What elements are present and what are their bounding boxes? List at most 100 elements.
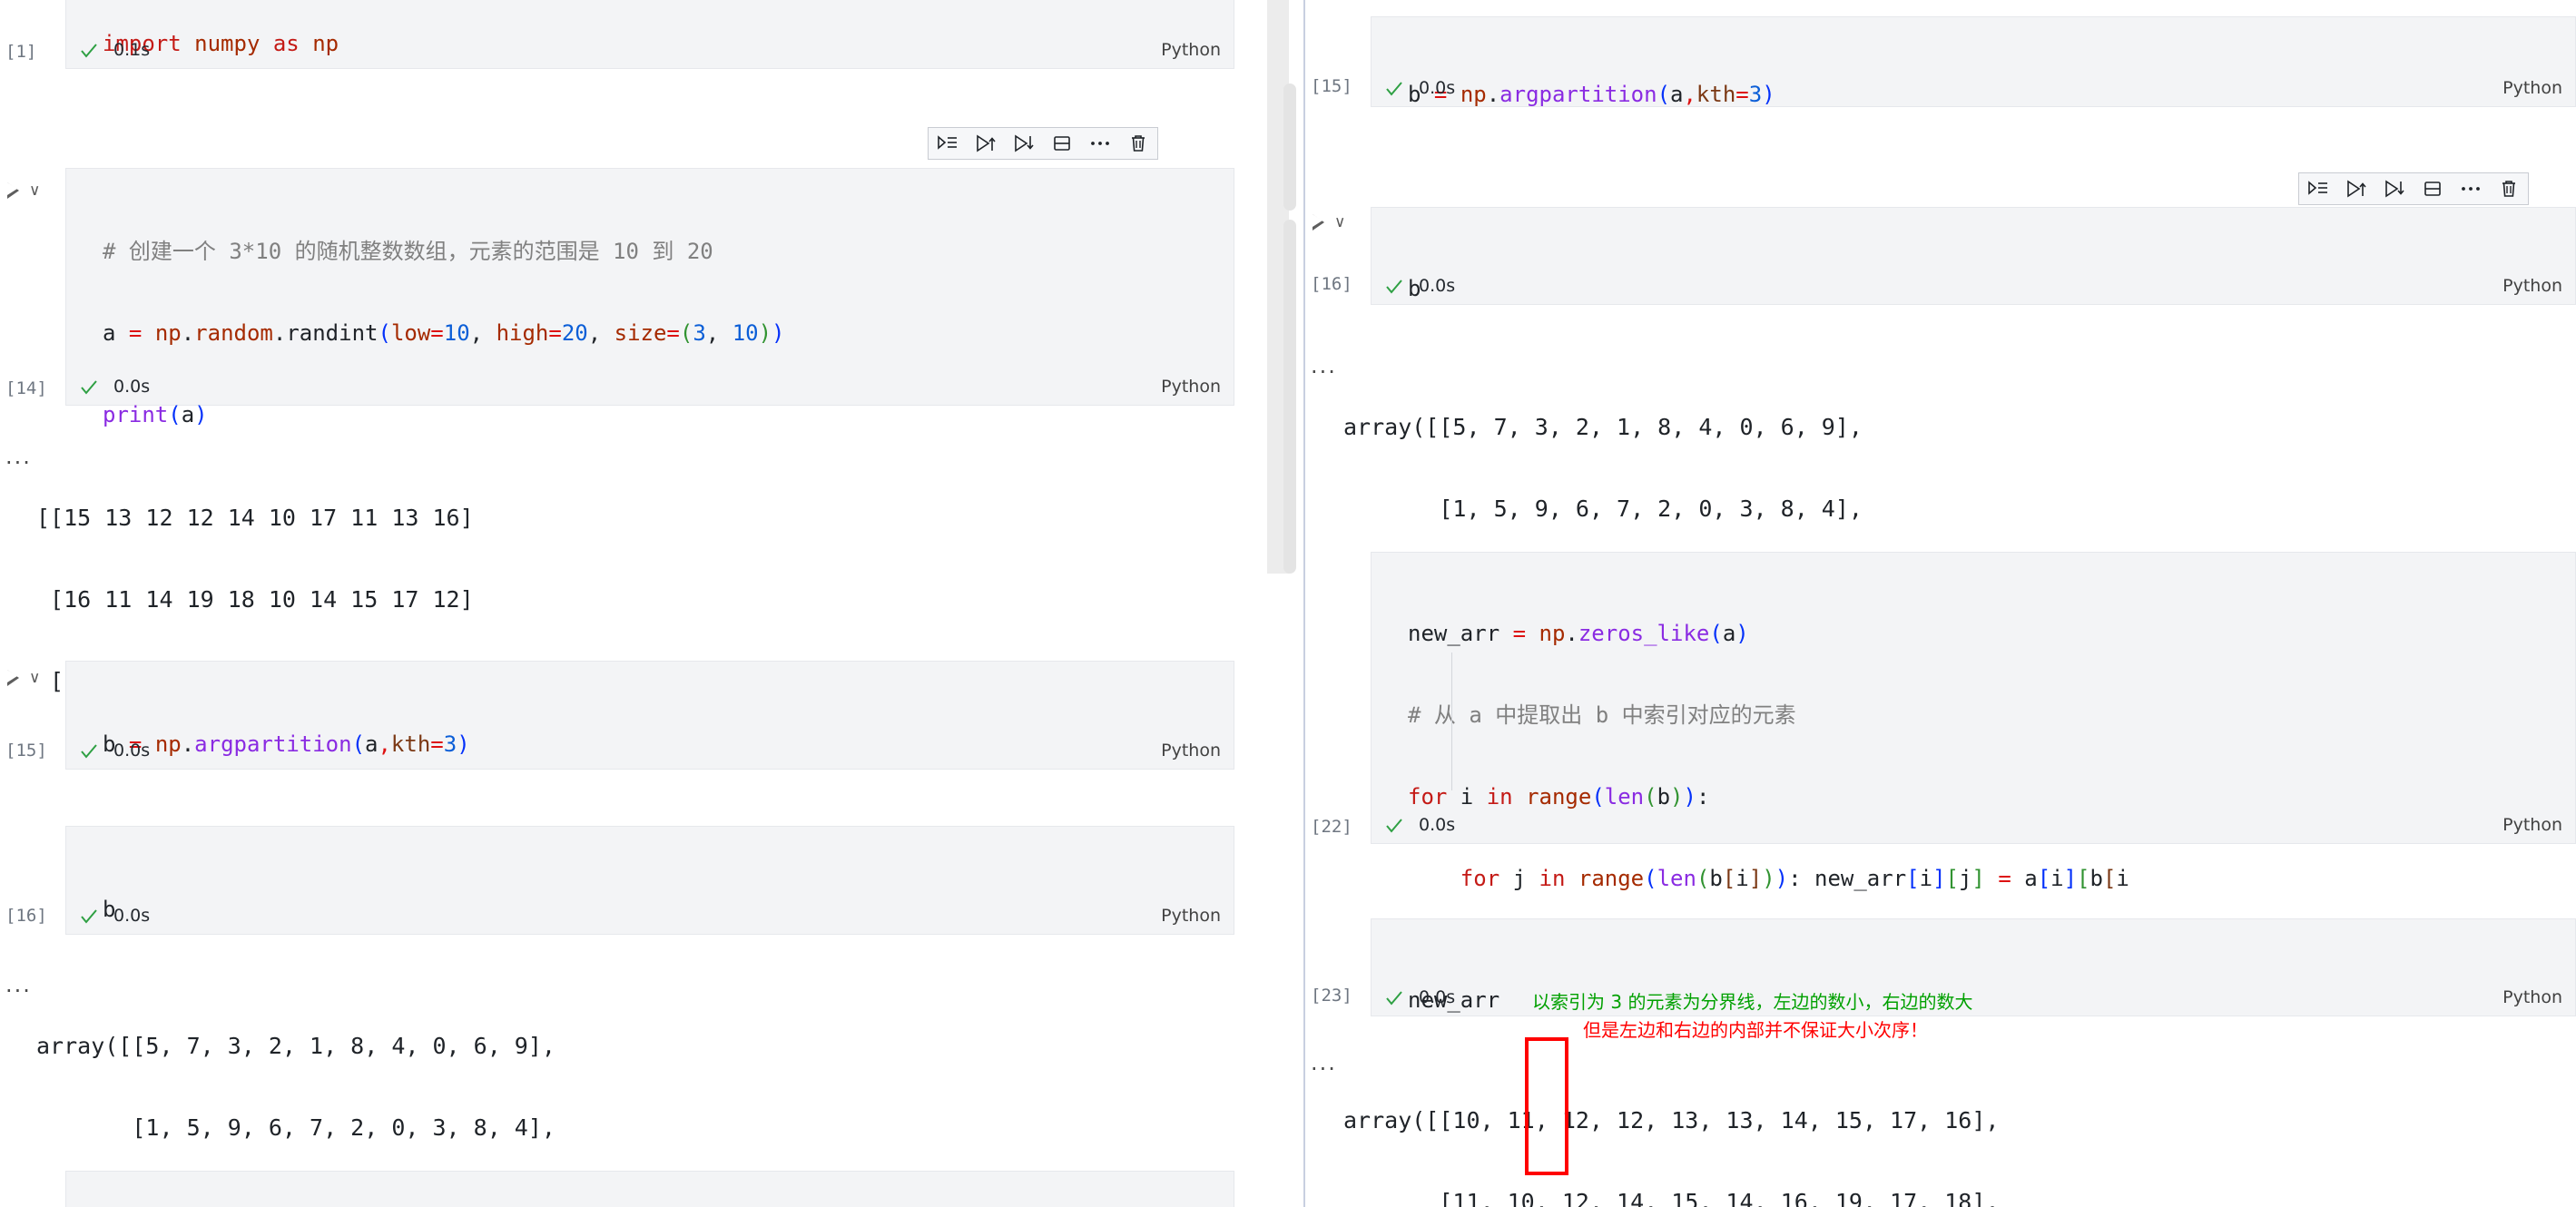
output-collapse-dots[interactable]: ···: [5, 978, 32, 1004]
chevron-down-icon[interactable]: ∨: [29, 182, 40, 200]
cell-toolbar-right[interactable]: [2298, 172, 2529, 205]
execution-count: [23]: [1311, 986, 1352, 1006]
execute-cell-and-below-icon[interactable]: [1012, 132, 1036, 155]
execute-above-cells-icon[interactable]: [2306, 177, 2330, 201]
scrollbar-thumb-upper[interactable]: [1283, 83, 1296, 211]
code-editor[interactable]: b = np.argpartition(a,kth=3): [66, 662, 1234, 812]
cell-status-bar: 0.0s Python: [66, 738, 1234, 769]
notebook-left[interactable]: [1] import numpy as np 0.1s Python: [0, 0, 1303, 1207]
notebook-cell[interactable]: [0, 1171, 1234, 1207]
code-line: new_arr = np.zeros_like(a): [1408, 620, 2575, 647]
cell-language[interactable]: Python: [1161, 906, 1221, 926]
execution-count: [1]: [5, 42, 36, 62]
output-collapse-dots[interactable]: ···: [5, 450, 32, 476]
code-editor[interactable]: # 创建一个 3*10 的随机整数数组，元素的范围是 10 到 20 a = n…: [66, 169, 1234, 483]
cell-body[interactable]: [65, 1171, 1234, 1207]
notebook-cell[interactable]: [1] import numpy as np 0.1s Python: [0, 0, 1234, 69]
cell-body[interactable]: b 0.0s Python: [1371, 207, 2576, 305]
code-editor[interactable]: b: [66, 827, 1234, 977]
success-check-icon: [79, 741, 99, 761]
workbench: [1] import numpy as np 0.1s Python: [0, 0, 2576, 1207]
execute-cell-and-below-icon[interactable]: [2383, 177, 2406, 201]
cell-body[interactable]: b = np.argpartition(a,kth=3) 0.0s Python: [1371, 16, 2576, 107]
cell-language[interactable]: Python: [2502, 815, 2562, 835]
run-by-line-icon[interactable]: [974, 132, 998, 155]
output-collapse-dots[interactable]: ···: [1311, 359, 1337, 385]
chevron-down-icon[interactable]: ∨: [1334, 213, 1345, 231]
cell-language[interactable]: Python: [1161, 741, 1221, 761]
more-actions-icon[interactable]: [1088, 132, 1112, 155]
cell-elapsed-time: 0.0s: [113, 741, 150, 761]
success-check-icon: [79, 378, 99, 397]
output-line: array([[5, 7, 3, 2, 1, 8, 4, 0, 6, 9],: [1343, 414, 1876, 441]
play-icon[interactable]: [7, 182, 19, 199]
output-line: array([[10, 11, 12, 12, 13, 13, 14, 15, …: [1343, 1107, 2013, 1134]
output-line: [11, 10, 12, 14, 15, 14, 16, 19, 17, 18]…: [1343, 1189, 2013, 1207]
cell-body[interactable]: import numpy as np 0.1s Python: [65, 0, 1234, 69]
cell-status-bar: 0.0s Python: [66, 374, 1234, 405]
play-icon[interactable]: [1313, 214, 1324, 231]
cell-toolbar-left[interactable]: [928, 127, 1158, 160]
execution-count: [22]: [1311, 817, 1352, 837]
run-cell-control[interactable]: ∨: [1313, 212, 1369, 240]
more-actions-icon[interactable]: [2459, 177, 2483, 201]
cell-body[interactable]: new_arr = np.zeros_like(a) # 从 a 中提取出 b …: [1371, 552, 2576, 844]
play-icon[interactable]: [7, 670, 19, 686]
execution-count: [15]: [5, 741, 47, 761]
delete-cell-icon[interactable]: [1126, 132, 1150, 155]
delete-cell-icon[interactable]: [2497, 177, 2521, 201]
cell-status-bar: 0.0s Python: [1372, 75, 2575, 106]
execution-count: [14]: [5, 378, 47, 398]
code-comment-line: # 创建一个 3*10 的随机整数数组，元素的范围是 10 到 20: [103, 238, 1234, 265]
notebook-right[interactable]: [15] b = np.argpartition(a,kth=3) 0.0s P…: [1305, 0, 2576, 1207]
success-check-icon: [1384, 79, 1404, 99]
notebook-cell[interactable]: [22] new_arr = np.zeros_like(a) # 从 a 中提…: [1305, 552, 2576, 844]
chevron-down-icon[interactable]: ∨: [29, 669, 40, 687]
output-line: [1, 5, 9, 6, 7, 2, 0, 3, 8, 4],: [36, 1114, 569, 1142]
notebook-cell[interactable]: [15] b = np.argpartition(a,kth=3) 0.0s P…: [1305, 16, 2576, 107]
code-line: print(a): [103, 401, 1234, 428]
output-line: [[15 13 12 12 14 10 17 11 13 16]: [36, 505, 487, 532]
cell-elapsed-time: 0.1s: [113, 40, 150, 60]
cell-body[interactable]: b 0.0s Python: [65, 826, 1234, 935]
success-check-icon: [79, 907, 99, 927]
output-collapse-dots[interactable]: ···: [1311, 1056, 1337, 1082]
execution-count: [16]: [1311, 274, 1352, 294]
execution-count: [16]: [5, 906, 47, 926]
output-line: array([[5, 7, 3, 2, 1, 8, 4, 0, 6, 9],: [36, 1033, 569, 1060]
scrollbar-thumb-lower[interactable]: [1283, 220, 1296, 574]
cell-elapsed-time: 0.0s: [1419, 987, 1455, 1007]
cell-body[interactable]: # 创建一个 3*10 的随机整数数组，元素的范围是 10 到 20 a = n…: [65, 168, 1234, 406]
notebook-cell[interactable]: ∨ [16] b 0.0s Python: [1305, 207, 2576, 305]
cell-language[interactable]: Python: [1161, 40, 1221, 60]
cell-elapsed-time: 0.0s: [113, 906, 150, 926]
cell-elapsed-time: 0.0s: [1419, 815, 1455, 835]
vertical-scrollbar[interactable]: [1267, 0, 1293, 1207]
success-check-icon: [79, 41, 99, 61]
cell-status-bar: 0.0s Python: [1372, 273, 2575, 304]
success-check-icon: [1384, 988, 1404, 1008]
run-cell-control[interactable]: ∨: [7, 668, 64, 695]
run-by-line-icon[interactable]: [2345, 177, 2368, 201]
notebook-cell[interactable]: ∨ [15] b = np.argpartition(a,kth=3) 0.0s…: [0, 661, 1234, 770]
cell-language[interactable]: Python: [2502, 78, 2562, 98]
output-line: [1, 5, 9, 6, 7, 2, 0, 3, 8, 4],: [1343, 496, 1876, 523]
cell-language[interactable]: Python: [1161, 377, 1221, 397]
cell-language[interactable]: Python: [2502, 987, 2562, 1007]
notebook-cell[interactable]: ∨ [14] # 创建一个 3*10 的随机整数数组，元素的范围是 10 到 2…: [0, 168, 1234, 406]
cell-elapsed-time: 0.0s: [1419, 78, 1455, 98]
success-check-icon: [1384, 277, 1404, 297]
cell-language[interactable]: Python: [2502, 276, 2562, 296]
success-check-icon: [1384, 816, 1404, 836]
annotation-red-note: 但是左边和右边的内部并不保证大小次序！: [1583, 1016, 1928, 1042]
notebook-cell[interactable]: [16] b 0.0s Python: [0, 826, 1234, 935]
cell-body[interactable]: b = np.argpartition(a,kth=3) 0.0s Python: [65, 661, 1234, 770]
annotation-green-note: 以索引为 3 的元素为分界线，左边的数小，右边的数大: [1532, 987, 1972, 1014]
split-cell-icon[interactable]: [1050, 132, 1074, 155]
execute-above-cells-icon[interactable]: [936, 132, 959, 155]
cell-elapsed-time: 0.0s: [113, 377, 150, 397]
split-cell-icon[interactable]: [2421, 177, 2444, 201]
editor-pane-left: [1] import numpy as np 0.1s Python: [0, 0, 1303, 1207]
cell-status-bar: 0.1s Python: [66, 37, 1234, 68]
run-cell-control[interactable]: ∨: [7, 181, 64, 208]
